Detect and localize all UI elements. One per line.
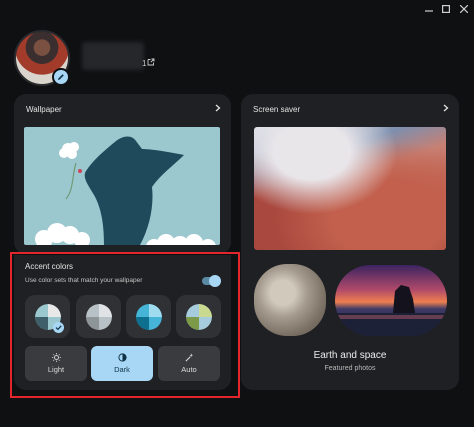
maximize-button[interactable]	[438, 2, 454, 16]
edit-avatar-button[interactable]	[52, 68, 70, 86]
album-subtitle: Featured photos	[324, 365, 376, 372]
maximize-icon	[442, 5, 450, 13]
highlight-box	[10, 252, 240, 398]
personalization-window: 1 Wallpaper Screen saver Earth and space…	[0, 0, 474, 427]
chevron-right-icon	[443, 104, 449, 112]
album-title: Earth and space	[313, 350, 387, 361]
bird-illustration	[35, 136, 216, 245]
chevron-right-icon	[215, 104, 221, 112]
close-icon	[460, 5, 468, 13]
album-photo-sunset	[335, 265, 447, 336]
minimize-button[interactable]	[421, 2, 437, 16]
minimize-icon	[425, 10, 433, 12]
wallpaper-title: Wallpaper	[26, 105, 62, 114]
title-bar	[0, 0, 474, 18]
profile-name-suffix: 1	[142, 59, 147, 68]
wallpaper-card[interactable]: Wallpaper	[14, 94, 231, 254]
album-photo-rock	[254, 264, 326, 336]
profile-name-redacted	[82, 42, 144, 70]
close-button[interactable]	[456, 2, 472, 16]
screensaver-title: Screen saver	[253, 105, 301, 114]
screensaver-card[interactable]: Screen saver Earth and space Featured ph…	[241, 94, 459, 390]
pencil-icon	[58, 74, 64, 80]
open-external-icon[interactable]	[147, 58, 155, 66]
screensaver-preview[interactable]	[254, 127, 446, 250]
wallpaper-preview[interactable]	[24, 127, 220, 245]
